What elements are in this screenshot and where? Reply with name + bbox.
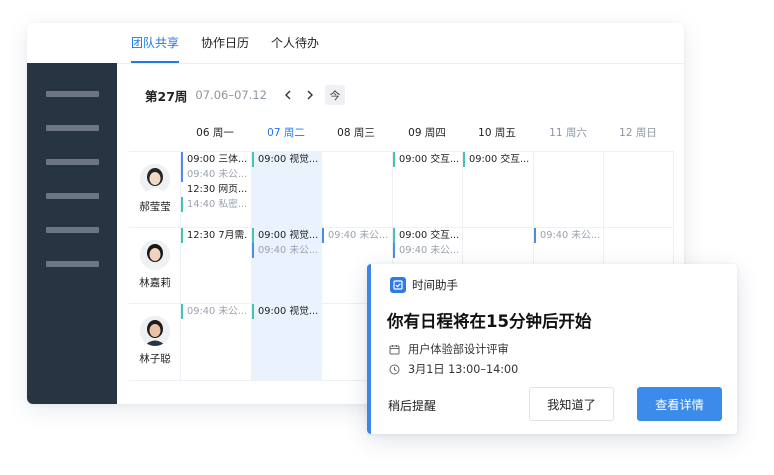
avatar [140, 316, 170, 346]
event-item[interactable]: 09:00 视觉... [252, 228, 319, 243]
day-header[interactable]: 11 周六 [533, 124, 603, 142]
grid-col-line [321, 151, 322, 380]
sidebar-item-2[interactable] [46, 125, 99, 131]
popup-event-time: 3月1日 13:00–14:00 [408, 363, 519, 376]
got-it-button[interactable]: 我知道了 [529, 387, 614, 421]
event-item[interactable]: 12:30 网页... [181, 182, 248, 197]
sidebar-item-3[interactable] [46, 159, 99, 165]
person-name: 林嘉莉 [139, 277, 171, 289]
day-header[interactable]: 10 周五 [462, 124, 532, 142]
person-name: 郝莹莹 [139, 201, 171, 213]
popup-event-name: 用户体验部设计评审 [408, 343, 509, 356]
calendar-icon [388, 343, 400, 355]
top-tabs: 团队共享 协作日历 个人待办 [131, 23, 319, 63]
event-item[interactable]: 09:00 交互... [463, 152, 530, 167]
avatar [140, 240, 170, 270]
event-item[interactable]: 09:40 未公... [181, 167, 248, 182]
event-item[interactable]: 09:00 视觉... [252, 152, 319, 167]
chevron-right-icon[interactable] [299, 84, 321, 106]
person-name: 林子聪 [139, 353, 171, 365]
reminder-popup: 时间助手 你有日程将在15分钟后开始 用户体验部设计评审 3月1日 13:00–… [367, 264, 737, 434]
event-item[interactable]: 09:40 未公... [393, 243, 460, 258]
tab-team-shared[interactable]: 团队共享 [131, 23, 180, 63]
sidebar-item-1[interactable] [46, 91, 99, 97]
event-item[interactable]: 14:40 私密... [181, 197, 248, 212]
popup-time-row: 3月1日 13:00–14:00 [388, 361, 518, 377]
day-header[interactable]: 08 周三 [321, 124, 391, 142]
popup-header: 时间助手 [390, 276, 458, 294]
event-item[interactable]: 09:40 未公... [181, 304, 248, 319]
event-item[interactable]: 09:00 交互... [393, 228, 460, 243]
tab-personal-todo[interactable]: 个人待办 [271, 23, 319, 63]
event-item[interactable]: 09:00 三体... [181, 152, 248, 167]
week-title: 第27周 [145, 88, 188, 104]
tab-collab-calendar[interactable]: 协作日历 [201, 23, 249, 63]
clock-icon [388, 363, 400, 375]
event-item[interactable]: 09:40 未公... [252, 243, 319, 258]
day-header[interactable]: 09 周四 [392, 124, 462, 142]
popup-app-name: 时间助手 [412, 278, 458, 292]
sidebar-item-6[interactable] [46, 261, 99, 267]
week-range: 07.06–07.12 [195, 88, 268, 102]
today-button[interactable]: 今 [325, 85, 346, 105]
view-details-button[interactable]: 查看详情 [637, 387, 722, 421]
sidebar [27, 63, 117, 404]
day-header[interactable]: 12 周日 [603, 124, 673, 142]
chevron-left-icon[interactable] [277, 84, 299, 106]
checkbox-icon [390, 277, 406, 293]
event-item[interactable]: 09:00 视觉... [252, 304, 319, 319]
day-header[interactable]: 06 周一 [180, 124, 250, 142]
popup-event-row: 用户体验部设计评审 [388, 341, 509, 357]
popup-title: 你有日程将在15分钟后开始 [387, 312, 592, 331]
event-item[interactable]: 09:40 未公... [322, 228, 389, 243]
event-item[interactable]: 09:00 交互... [393, 152, 460, 167]
event-item[interactable]: 09:40 未公... [534, 228, 601, 243]
day-header[interactable]: 07 周二 [251, 124, 321, 142]
sidebar-item-5[interactable] [46, 227, 99, 233]
today-column-highlight [251, 151, 321, 380]
event-item[interactable]: 12:30 7月需... [181, 228, 248, 243]
week-header: 第27周 07.06–07.12 今 [145, 84, 346, 106]
grid-col-line [251, 151, 252, 380]
sidebar-item-4[interactable] [46, 193, 99, 199]
tabs-divider [117, 63, 684, 64]
avatar [140, 164, 170, 194]
remind-later-link[interactable]: 稍后提醒 [388, 397, 436, 414]
